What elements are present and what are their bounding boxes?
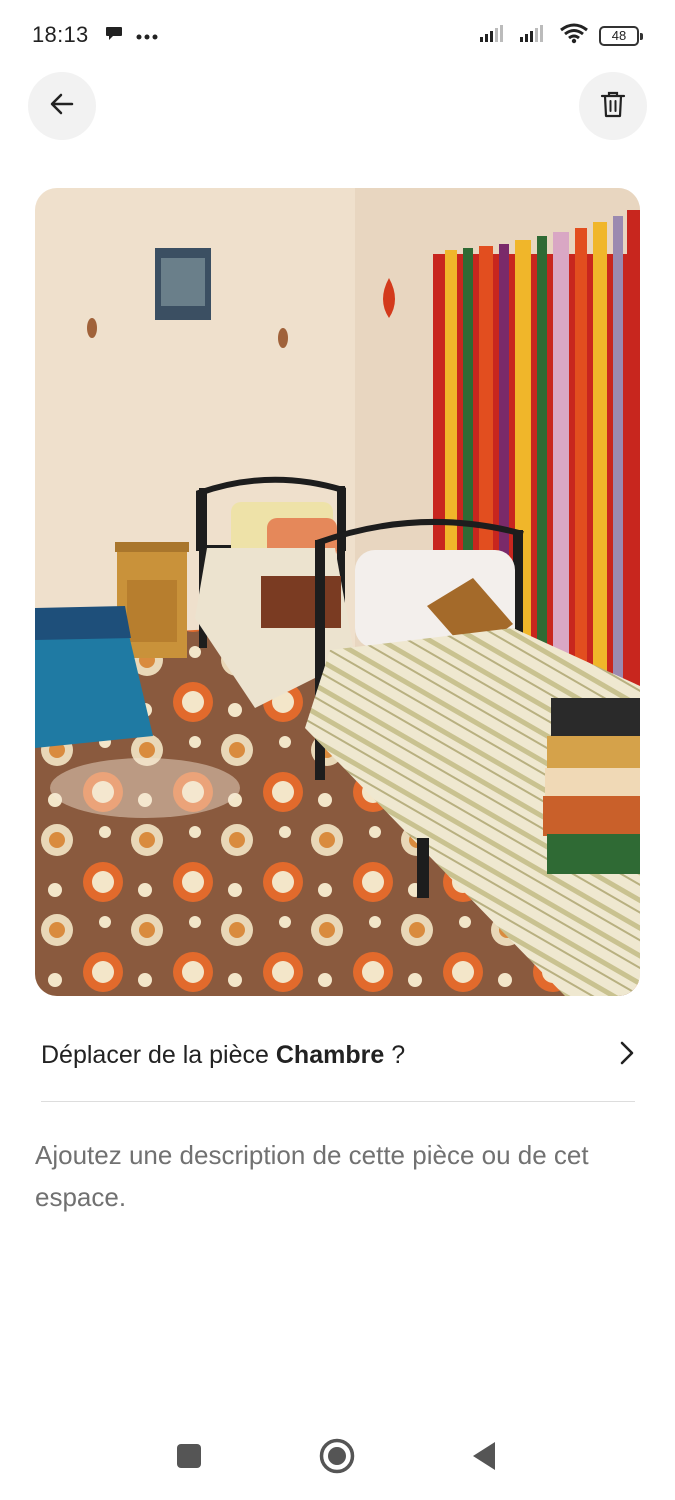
square-icon xyxy=(176,1443,202,1474)
move-room-text: Déplacer de la pièce Chambre ? xyxy=(41,1041,405,1070)
home-circle-icon xyxy=(319,1438,355,1479)
room-photo[interactable] xyxy=(35,188,640,996)
room-name: Chambre xyxy=(275,1040,385,1069)
move-room-row[interactable]: Déplacer de la pièce Chambre ? xyxy=(41,1022,635,1088)
back-triangle-icon xyxy=(471,1441,497,1476)
battery-icon: 48 xyxy=(599,25,643,46)
status-bar: 18:13 48 xyxy=(0,0,675,72)
move-room-suffix: ? xyxy=(384,1040,406,1069)
status-time: 18:13 xyxy=(32,22,89,47)
chat-bubble-icon xyxy=(104,24,124,49)
status-notification-icons xyxy=(104,24,158,49)
home-button[interactable] xyxy=(317,1438,357,1478)
wifi-icon xyxy=(559,22,589,49)
chevron-right-icon xyxy=(619,1040,635,1071)
signal-icon xyxy=(479,23,509,48)
more-dots-icon xyxy=(136,28,158,46)
recents-button[interactable] xyxy=(169,1438,209,1478)
status-system-icons: 48 xyxy=(479,22,643,49)
move-room-prefix: Déplacer de la pièce xyxy=(41,1040,276,1069)
signal-icon xyxy=(519,23,549,48)
battery-level: 48 xyxy=(611,28,627,43)
system-nav-bar xyxy=(0,1420,675,1500)
back-button[interactable] xyxy=(28,72,96,140)
divider xyxy=(41,1101,635,1102)
trash-icon xyxy=(600,90,626,123)
nav-back-button[interactable] xyxy=(464,1438,504,1478)
arrow-left-icon xyxy=(48,90,76,123)
delete-photo-button[interactable] xyxy=(579,72,647,140)
description-input[interactable]: Ajoutez une description de cette pièce o… xyxy=(35,1134,625,1218)
